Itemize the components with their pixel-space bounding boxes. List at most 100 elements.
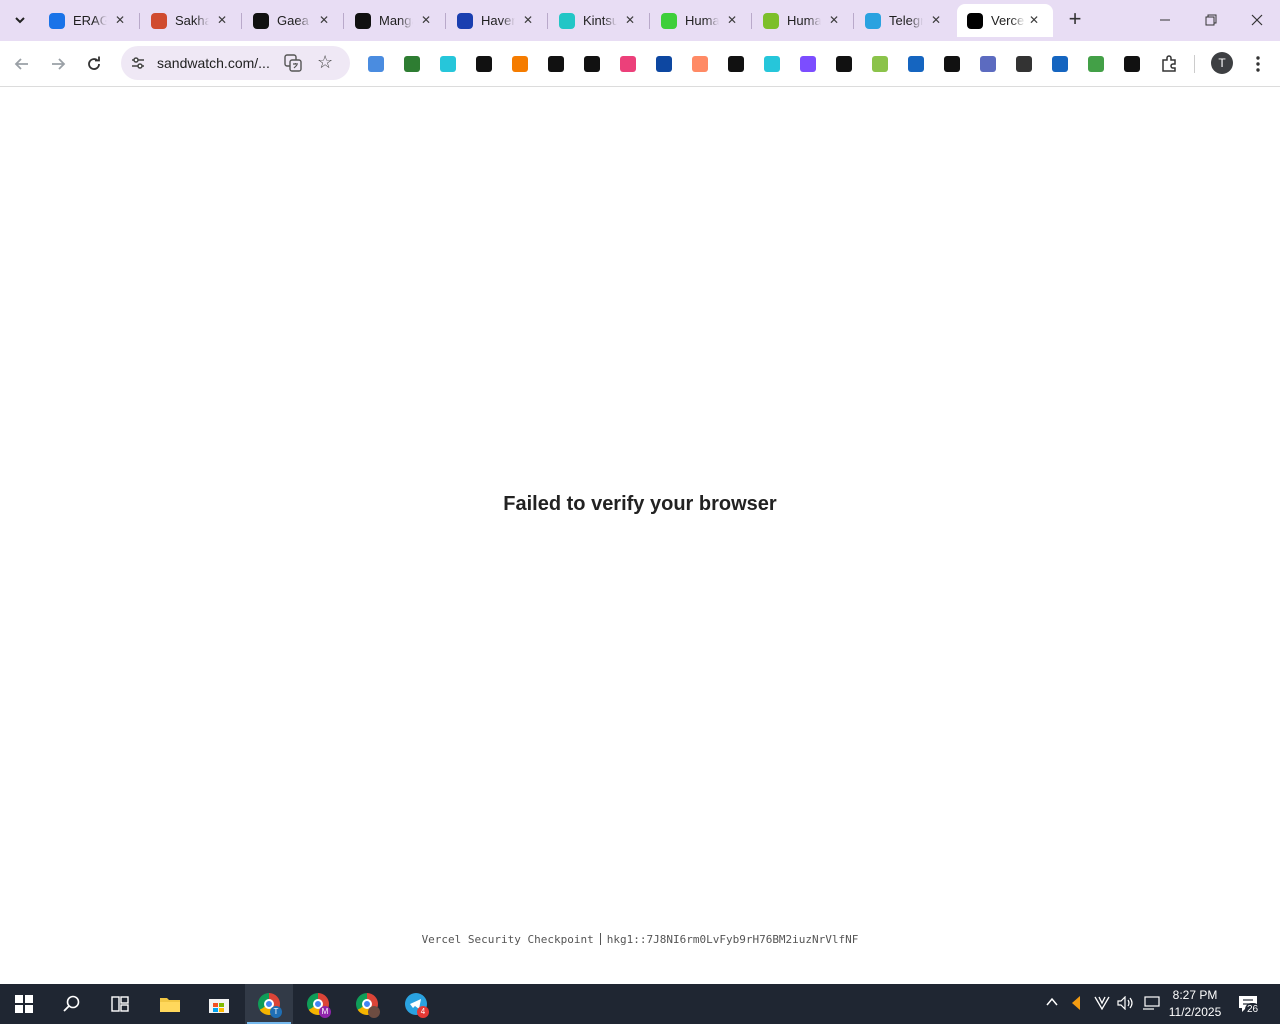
extension-icon[interactable] (548, 56, 564, 72)
tab-title: Haven (481, 13, 515, 28)
tab-title: Sakha (175, 13, 209, 28)
extensions-button[interactable] (1157, 52, 1181, 76)
translate-icon[interactable] (284, 54, 302, 72)
tray-vpn-icon[interactable] (1094, 996, 1110, 1013)
tab[interactable]: Huma ✕ (651, 4, 752, 37)
tab[interactable]: Kintsu ✕ (549, 4, 650, 37)
extension-icon[interactable] (1052, 56, 1068, 72)
minimize-icon (1160, 19, 1170, 21)
arrow-right-icon (52, 58, 66, 70)
tab-close-icon[interactable]: ✕ (317, 13, 331, 27)
notifications-button[interactable]: 26 (1236, 993, 1266, 1016)
minimize-button[interactable] (1145, 6, 1185, 34)
extension-icon[interactable] (944, 56, 960, 72)
extension-icon[interactable] (404, 56, 420, 72)
taskbar-chrome-1[interactable]: T (245, 984, 293, 1024)
extension-icon[interactable] (512, 56, 528, 72)
tab[interactable]: Manga ✕ (345, 4, 446, 37)
extension-icon[interactable] (368, 56, 384, 72)
extension-icon[interactable] (1124, 56, 1140, 72)
windows-taskbar: T M 4 8:27 PM 11/2/2025 26 (0, 984, 1280, 1024)
tab-close-icon[interactable]: ✕ (1027, 13, 1041, 27)
taskbar-chrome-2[interactable]: M (294, 984, 342, 1024)
menu-button[interactable] (1246, 52, 1270, 76)
tab-separator (343, 13, 344, 29)
address-bar[interactable]: sandwatch.com/... ☆ (121, 46, 350, 80)
file-explorer-button[interactable] (146, 984, 194, 1024)
tab-separator (139, 13, 140, 29)
tab-close-icon[interactable]: ✕ (623, 13, 637, 27)
windows-logo-icon (15, 995, 33, 1013)
extension-icon[interactable] (728, 56, 744, 72)
extension-icon[interactable] (872, 56, 888, 72)
extension-icon[interactable] (584, 56, 600, 72)
tab-close-icon[interactable]: ✕ (929, 13, 943, 27)
bookmark-star-icon[interactable]: ☆ (317, 52, 333, 73)
extension-icon[interactable] (440, 56, 456, 72)
tab[interactable]: Vercel ✕ (957, 4, 1053, 37)
back-button[interactable] (10, 52, 34, 76)
new-tab-button[interactable]: + (1063, 8, 1087, 32)
error-message: Failed to verify your browser (503, 493, 777, 515)
arrow-left-icon (14, 58, 28, 70)
tab-close-icon[interactable]: ✕ (215, 13, 229, 27)
extension-icon[interactable] (980, 56, 996, 72)
tab[interactable]: ERAGO ✕ (39, 4, 140, 37)
network-icon (1143, 996, 1160, 1010)
reload-button[interactable] (82, 52, 106, 76)
tab-favicon-icon (253, 12, 269, 29)
tab[interactable]: Telegr ✕ (855, 4, 955, 37)
taskbar-search-button[interactable] (48, 984, 96, 1024)
tab-separator (241, 13, 242, 29)
close-window-button[interactable] (1237, 6, 1277, 34)
tab-separator (649, 13, 650, 29)
extension-icon[interactable] (800, 56, 816, 72)
volume-button[interactable] (1117, 995, 1135, 1013)
extension-icon[interactable] (908, 56, 924, 72)
profile-avatar[interactable]: T (1211, 52, 1233, 74)
tab-favicon-icon (559, 12, 575, 29)
tab-close-icon[interactable]: ✕ (113, 13, 127, 27)
checkpoint-footer: Vercel Security Checkpoint hkg1::7J8NI6rm… (0, 933, 1280, 946)
taskbar-telegram[interactable]: 4 (392, 984, 440, 1024)
tab[interactable]: Gaea ✕ (243, 4, 344, 37)
system-clock[interactable]: 8:27 PM 11/2/2025 (1162, 987, 1228, 1021)
extension-icon[interactable] (836, 56, 852, 72)
task-view-button[interactable] (96, 984, 144, 1024)
toolbar-divider (1194, 55, 1195, 73)
forward-button[interactable] (46, 52, 70, 76)
tab-strip: ERAGO✕Sakha✕Gaea✕Manga✕Haven✕Kintsu✕Huma… (0, 0, 1280, 41)
store-button[interactable] (195, 984, 243, 1024)
tab[interactable]: Huma ✕ (753, 4, 854, 37)
tab-title: Gaea (277, 13, 309, 28)
tab-close-icon[interactable]: ✕ (725, 13, 739, 27)
restore-button[interactable] (1191, 6, 1231, 34)
close-icon (1251, 14, 1263, 26)
tab-title: Kintsu (583, 13, 617, 28)
tray-app-icon[interactable] (1070, 996, 1082, 1013)
extension-icon[interactable] (764, 56, 780, 72)
app-icon (1072, 996, 1080, 1010)
tab-close-icon[interactable]: ✕ (419, 13, 433, 27)
network-button[interactable] (1142, 996, 1160, 1013)
tab[interactable]: Haven ✕ (447, 4, 548, 37)
site-info-icon[interactable] (130, 55, 146, 71)
tab[interactable]: Sakha ✕ (141, 4, 242, 37)
extension-icon[interactable] (476, 56, 492, 72)
tab-favicon-icon (49, 12, 65, 29)
extension-icon[interactable] (620, 56, 636, 72)
tab-favicon-icon (151, 12, 167, 29)
tab-separator (751, 13, 752, 29)
tab-close-icon[interactable]: ✕ (521, 13, 535, 27)
extension-icon[interactable] (656, 56, 672, 72)
taskbar-chrome-3[interactable] (343, 984, 391, 1024)
extension-icon[interactable] (692, 56, 708, 72)
extension-icon[interactable] (1088, 56, 1104, 72)
start-button[interactable] (0, 984, 48, 1024)
tab-search-button[interactable] (6, 7, 34, 33)
show-hidden-icons-button[interactable] (1046, 996, 1058, 1011)
footer-label: Vercel Security Checkpoint (421, 933, 594, 946)
url-text[interactable]: sandwatch.com/... (157, 55, 270, 71)
tab-close-icon[interactable]: ✕ (827, 13, 841, 27)
extension-icon[interactable] (1016, 56, 1032, 72)
